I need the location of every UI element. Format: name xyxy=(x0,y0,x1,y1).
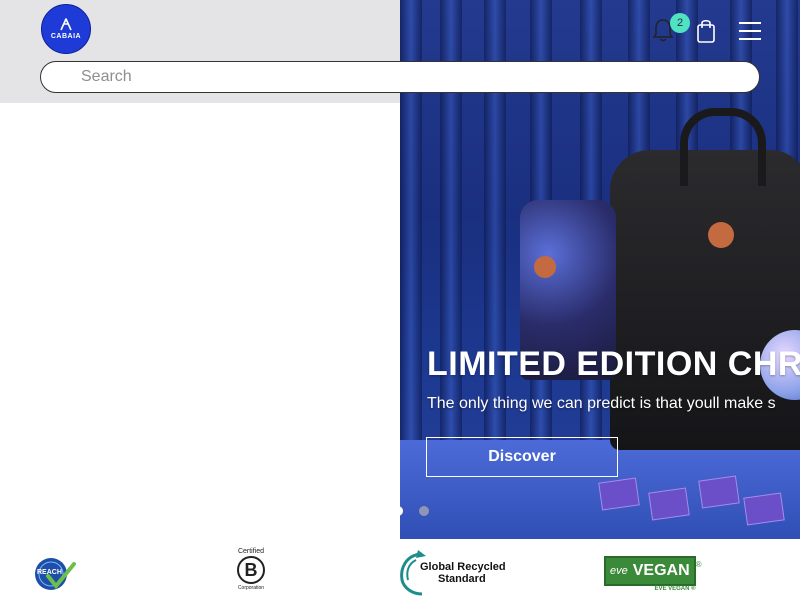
bcorp-certification: Certified B Corporation xyxy=(234,548,268,591)
hamburger-menu-icon[interactable] xyxy=(738,20,762,47)
bcorp-circle: B xyxy=(237,556,265,584)
vegan-brand: eve xyxy=(610,565,628,577)
tarot-card xyxy=(698,475,740,509)
tarot-card xyxy=(598,477,640,511)
logo-text: CABAIA xyxy=(50,33,82,40)
bcorp-letter: B xyxy=(244,559,258,580)
discover-button[interactable]: Discover xyxy=(426,437,618,477)
search-input[interactable] xyxy=(40,61,760,93)
backpack-handle xyxy=(680,108,766,186)
tarot-card xyxy=(743,492,785,526)
reach-label: REACH xyxy=(37,569,62,576)
logo-mark-icon xyxy=(60,18,72,31)
tarot-card xyxy=(648,487,690,521)
bcorp-top-text: Certified xyxy=(237,548,265,555)
notification-count-badge: 2 xyxy=(670,13,690,33)
hero-subtitle: The only thing we can predict is that yo… xyxy=(427,395,776,412)
hero-title: LIMITED EDITION CHRI xyxy=(427,345,800,383)
vegan-label: VEGAN xyxy=(632,562,690,579)
vegan-caption: EVE VEGAN ® xyxy=(654,586,696,592)
carousel-dot[interactable] xyxy=(419,506,429,516)
grs-line1: Global Recycled xyxy=(420,561,506,573)
bcorp-bottom-text: Corporation xyxy=(237,585,265,591)
reach-certification: REACH xyxy=(32,556,76,592)
brand-tag xyxy=(534,256,556,278)
grs-certification: Global Recycled Standard xyxy=(398,550,506,596)
carousel-dot-active[interactable] xyxy=(393,506,403,516)
shopping-bag-icon[interactable] xyxy=(696,18,716,49)
carousel-dots xyxy=(393,506,429,516)
brand-tag xyxy=(708,222,734,248)
hero-left-panel xyxy=(0,103,400,539)
cabaia-logo[interactable]: CABAIA xyxy=(41,4,91,54)
eve-vegan-certification: eve VEGAN ® EVE VEGAN ® xyxy=(604,556,702,592)
vegan-badge: eve VEGAN xyxy=(604,556,696,586)
vegan-registered: ® xyxy=(695,559,702,569)
grs-line2: Standard xyxy=(438,573,486,585)
